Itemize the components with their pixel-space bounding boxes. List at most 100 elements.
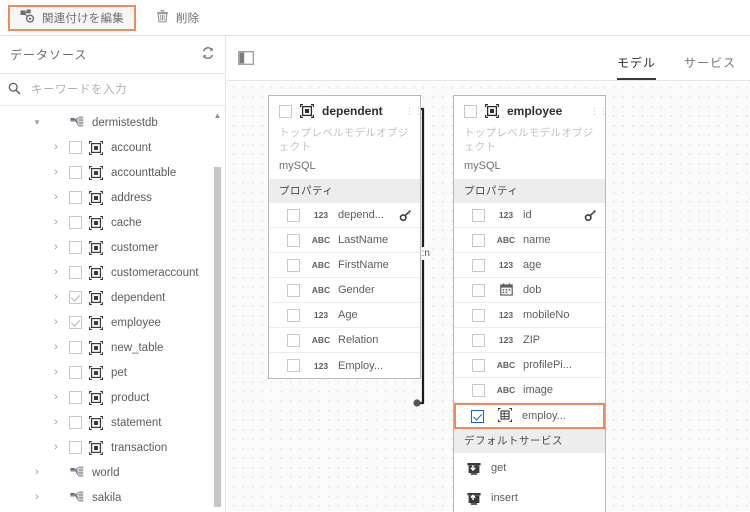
chevron-right-icon[interactable]: ›	[49, 267, 63, 278]
property-row[interactable]: 123 Age	[269, 303, 420, 328]
property-checkbox[interactable]	[472, 308, 485, 322]
tree-item-checkbox[interactable]	[69, 291, 82, 304]
primary-key-icon	[584, 209, 597, 222]
tree-item-checkbox[interactable]	[69, 266, 82, 279]
tree-item-statement[interactable]: › statement	[0, 410, 225, 435]
tree-item-dermistestdb[interactable]: ▾ dermistestdb	[0, 110, 225, 135]
property-checkbox[interactable]	[287, 258, 300, 272]
tab-service[interactable]: サービス	[670, 54, 750, 80]
property-row[interactable]: 123 age	[454, 253, 605, 278]
delete-button[interactable]: 削除	[140, 5, 209, 31]
tree-item-world[interactable]: › world	[0, 460, 225, 485]
property-row[interactable]: 123 Employ...	[269, 353, 420, 378]
property-row[interactable]: ABC name	[454, 228, 605, 253]
property-checkbox[interactable]	[472, 233, 485, 247]
property-checkbox[interactable]	[287, 233, 300, 247]
table-icon	[89, 390, 103, 405]
chevron-right-icon[interactable]: ›	[49, 317, 63, 328]
chevron-down-icon[interactable]: ▾	[30, 118, 44, 127]
entity-card-header[interactable]: dependent ⋮⋮	[269, 96, 423, 126]
drag-handle-icon[interactable]: ⋮⋮	[590, 107, 608, 116]
tree-item-dependent[interactable]: › dependent	[0, 285, 225, 310]
chevron-right-icon[interactable]: ›	[49, 367, 63, 378]
property-row[interactable]: 123 mobileNo	[454, 303, 605, 328]
chevron-right-icon[interactable]: ›	[49, 442, 63, 453]
tree-item-checkbox[interactable]	[69, 141, 82, 154]
entity-checkbox[interactable]	[279, 104, 292, 118]
tree-item-customeraccount[interactable]: › customeraccount	[0, 260, 225, 285]
property-row[interactable]: ABC Relation	[269, 328, 420, 353]
search-row[interactable]	[0, 74, 225, 106]
service-row[interactable]: get	[454, 453, 605, 483]
chevron-right-icon[interactable]: ›	[49, 242, 63, 253]
property-row[interactable]: ABC image	[454, 378, 605, 403]
property-row[interactable]: dob	[454, 278, 605, 303]
refresh-icon[interactable]	[201, 46, 215, 63]
property-checkbox[interactable]	[472, 258, 485, 272]
chevron-right-icon[interactable]: ›	[49, 292, 63, 303]
tree-item-employee[interactable]: › employee	[0, 310, 225, 335]
tree-item-checkbox[interactable]	[69, 416, 82, 429]
property-row[interactable]: ABC profilePi...	[454, 353, 605, 378]
tree-item-checkbox[interactable]	[69, 391, 82, 404]
tree-item-cache[interactable]: › cache	[0, 210, 225, 235]
tree-item-transaction[interactable]: › transaction	[0, 435, 225, 460]
tree-item-pet[interactable]: › pet	[0, 360, 225, 385]
property-checkbox[interactable]	[472, 333, 485, 347]
chevron-right-icon[interactable]: ›	[49, 167, 63, 178]
tree-item-checkbox[interactable]	[69, 166, 82, 179]
chevron-right-icon[interactable]: ›	[30, 492, 44, 503]
tree-item-checkbox[interactable]	[69, 341, 82, 354]
entity-card-employee[interactable]: employee ⋮⋮ トップレベルモデルオブジェクト mySQL プロパティ …	[453, 95, 608, 512]
model-canvas[interactable]: 1:n dependent ⋮⋮ トップレベルモデルオブジェクト mySQL プ…	[227, 81, 750, 512]
tree-item-checkbox[interactable]	[69, 366, 82, 379]
property-checkbox[interactable]	[287, 308, 300, 322]
panel-toggle-icon[interactable]	[238, 51, 254, 65]
scroll-up-arrow-icon[interactable]: ▲	[213, 111, 222, 120]
property-checkbox[interactable]	[287, 208, 300, 222]
property-checkbox[interactable]	[287, 359, 300, 372]
chevron-right-icon[interactable]: ›	[49, 217, 63, 228]
entity-card-header[interactable]: employee ⋮⋮	[454, 96, 608, 126]
tree-item-checkbox[interactable]	[69, 241, 82, 254]
chevron-right-icon[interactable]: ›	[49, 392, 63, 403]
chevron-right-icon[interactable]: ›	[49, 342, 63, 353]
tree-item-accounttable[interactable]: › accounttable	[0, 160, 225, 185]
property-checkbox[interactable]	[471, 409, 484, 423]
tree-item-checkbox[interactable]	[69, 316, 82, 329]
entity-card-dependent[interactable]: dependent ⋮⋮ トップレベルモデルオブジェクト mySQL プロパティ…	[268, 95, 423, 379]
search-input[interactable]	[29, 82, 217, 97]
tree-item-product[interactable]: › product	[0, 385, 225, 410]
edit-relationship-button[interactable]: 関連付けを編集	[8, 4, 136, 31]
tree-item-new_table[interactable]: › new_table	[0, 335, 225, 360]
chevron-right-icon[interactable]: ›	[49, 417, 63, 428]
tree-item-customer[interactable]: › customer	[0, 235, 225, 260]
tree-item-checkbox[interactable]	[69, 441, 82, 454]
property-checkbox[interactable]	[287, 283, 300, 297]
chevron-right-icon[interactable]: ›	[30, 467, 44, 478]
tree-item-address[interactable]: › address	[0, 185, 225, 210]
entity-checkbox[interactable]	[464, 104, 477, 118]
chevron-right-icon[interactable]: ›	[49, 192, 63, 203]
property-row[interactable]: 123 depend...	[269, 203, 420, 228]
property-row[interactable]: 123 id	[454, 203, 605, 228]
service-row[interactable]: insert	[454, 483, 605, 512]
tree-item-sakila[interactable]: › sakila	[0, 485, 225, 510]
property-checkbox[interactable]	[472, 283, 485, 297]
sidebar-scrollbar[interactable]	[214, 167, 221, 507]
property-row[interactable]: 123 ZIP	[454, 328, 605, 353]
tab-model[interactable]: モデル	[603, 54, 670, 80]
property-checkbox[interactable]	[287, 333, 300, 347]
chevron-right-icon[interactable]: ›	[49, 142, 63, 153]
property-row[interactable]: ABC FirstName	[269, 253, 420, 278]
property-checkbox[interactable]	[472, 383, 485, 397]
tree-item-checkbox[interactable]	[69, 191, 82, 204]
property-checkbox[interactable]	[472, 358, 485, 372]
tree-item-account[interactable]: › account	[0, 135, 225, 160]
property-row[interactable]: ABC LastName	[269, 228, 420, 253]
drag-handle-icon[interactable]: ⋮⋮	[405, 107, 423, 116]
property-row[interactable]: ABC Gender	[269, 278, 420, 303]
tree-item-checkbox[interactable]	[69, 216, 82, 229]
property-checkbox[interactable]	[472, 208, 485, 222]
property-row[interactable]: employ...	[454, 403, 605, 429]
